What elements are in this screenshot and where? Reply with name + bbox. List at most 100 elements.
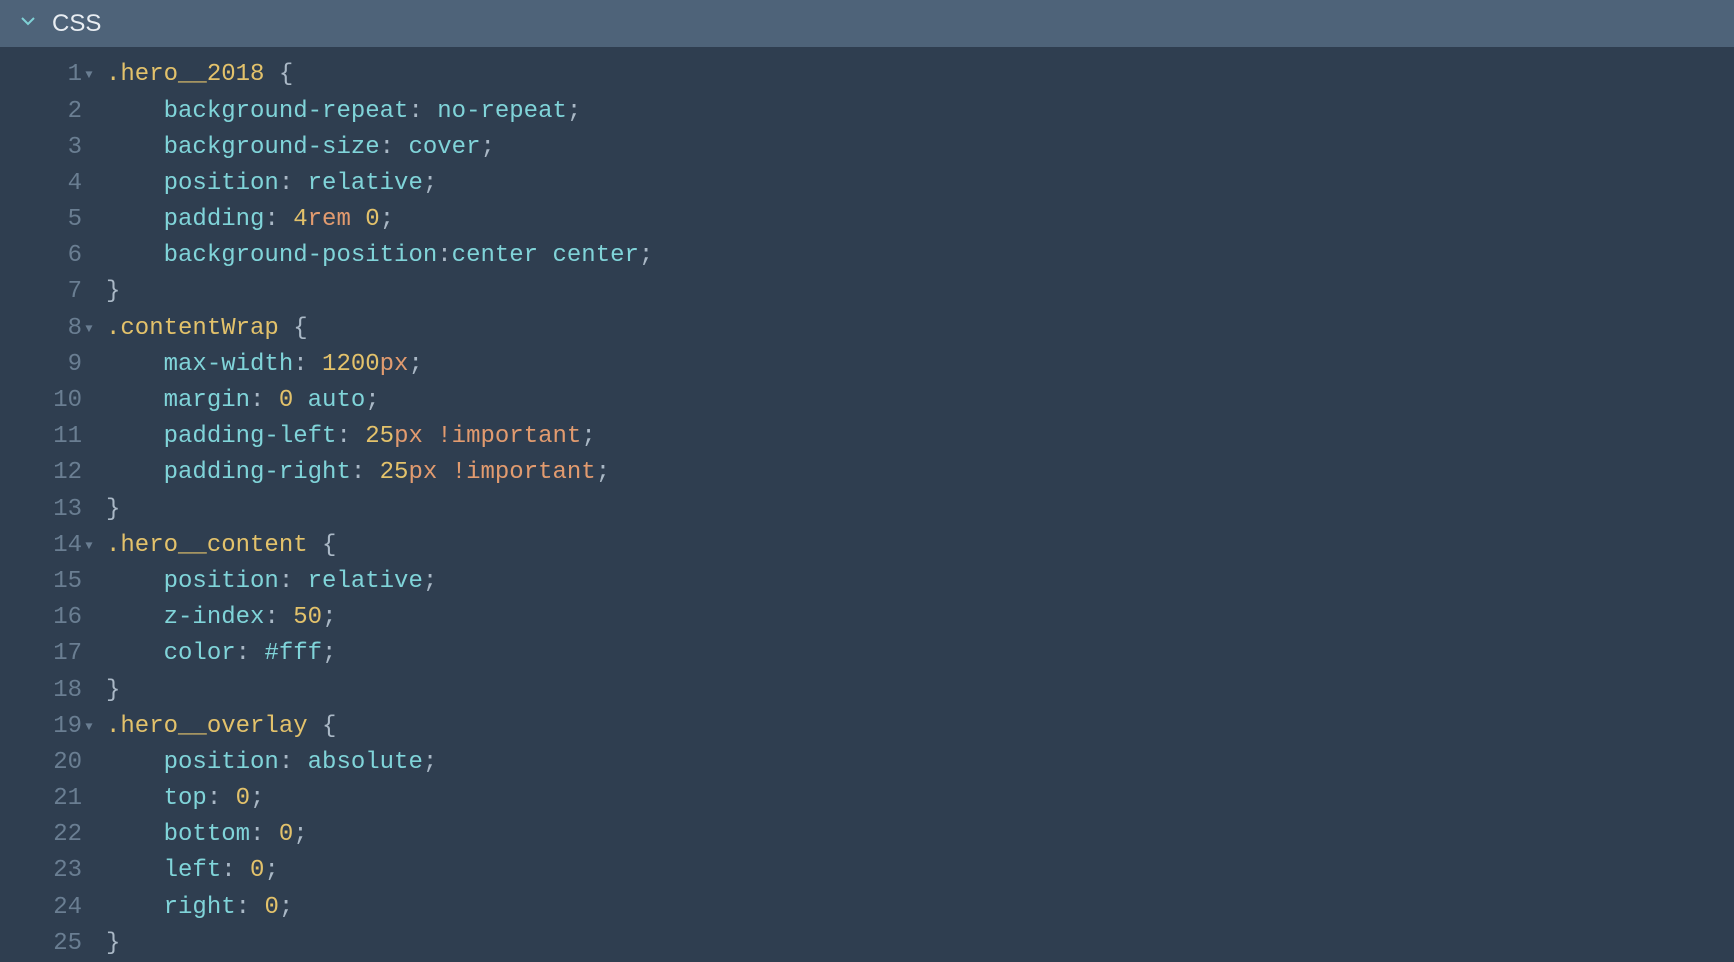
token [106, 785, 164, 812]
token: relative [308, 568, 423, 595]
code-line[interactable]: padding-right: 25px !important; [106, 455, 1734, 491]
token: } [106, 930, 120, 957]
code-line[interactable]: left: 0; [106, 853, 1734, 889]
token: ; [423, 170, 437, 197]
code-line[interactable]: bottom: 0; [106, 817, 1734, 853]
code-line[interactable]: position: relative; [106, 564, 1734, 600]
code-line[interactable]: } [106, 673, 1734, 709]
code-editor: CSS 1▼2 3 4 5 6 7 8▼9 10 11 12 13 14▼15 … [0, 0, 1734, 962]
token: background-position [164, 242, 438, 269]
code-line[interactable]: padding-left: 25px !important; [106, 419, 1734, 455]
code-line[interactable]: color: #fff; [106, 636, 1734, 672]
fold-icon[interactable]: ▼ [82, 528, 96, 564]
token [106, 459, 164, 486]
code-line[interactable]: margin: 0 auto; [106, 383, 1734, 419]
token: ; [423, 749, 437, 776]
token: : [336, 423, 365, 450]
token: center [452, 242, 538, 269]
fold-icon[interactable]: ▼ [82, 709, 96, 745]
token: 0 [365, 206, 379, 233]
line-number: 10 [0, 383, 96, 419]
token: : [380, 134, 409, 161]
code-line[interactable]: } [106, 926, 1734, 962]
token: #fff [264, 640, 322, 667]
token: 25 [380, 459, 409, 486]
token: : [408, 98, 437, 125]
section-header[interactable]: CSS [0, 0, 1734, 47]
code-line[interactable]: position: absolute; [106, 745, 1734, 781]
token: .hero__content [106, 532, 322, 559]
code-line[interactable]: right: 0; [106, 890, 1734, 926]
line-number: 13 [0, 492, 96, 528]
code-line[interactable]: } [106, 492, 1734, 528]
line-number: 12 [0, 455, 96, 491]
code-line[interactable]: .hero__overlay { [106, 709, 1734, 745]
line-number: 14▼ [0, 528, 96, 564]
token: margin [164, 387, 250, 414]
line-number: 20 [0, 745, 96, 781]
token: left [164, 857, 222, 884]
line-number: 8▼ [0, 311, 96, 347]
code-line[interactable]: position: relative; [106, 166, 1734, 202]
token: ; [322, 640, 336, 667]
token [106, 821, 164, 848]
token [423, 423, 437, 450]
token: { [322, 713, 336, 740]
token: { [322, 532, 336, 559]
token: absolute [308, 749, 423, 776]
token: } [106, 496, 120, 523]
token [106, 568, 164, 595]
code-line[interactable]: .contentWrap { [106, 311, 1734, 347]
token: ; [380, 206, 394, 233]
code-line[interactable]: top: 0; [106, 781, 1734, 817]
token: !important [437, 423, 581, 450]
token: : [236, 894, 265, 921]
token [106, 423, 164, 450]
code-line[interactable]: background-repeat: no-repeat; [106, 94, 1734, 130]
token: background-size [164, 134, 380, 161]
token: : [250, 387, 279, 414]
code-line[interactable]: max-width: 1200px; [106, 347, 1734, 383]
token: .hero__overlay [106, 713, 322, 740]
code-line[interactable]: padding: 4rem 0; [106, 202, 1734, 238]
token: color [164, 640, 236, 667]
token: .contentWrap [106, 315, 293, 342]
code-line[interactable]: .hero__content { [106, 528, 1734, 564]
token: : [279, 170, 308, 197]
code-area[interactable]: 1▼2 3 4 5 6 7 8▼9 10 11 12 13 14▼15 16 1… [0, 47, 1734, 962]
token: 0 [250, 857, 264, 884]
code-line[interactable]: background-position:center center; [106, 238, 1734, 274]
token: ; [480, 134, 494, 161]
code-content[interactable]: .hero__2018 { background-repeat: no-repe… [102, 57, 1734, 962]
token [106, 894, 164, 921]
line-number: 9 [0, 347, 96, 383]
token: ; [596, 459, 610, 486]
line-number: 2 [0, 94, 96, 130]
token: padding [164, 206, 265, 233]
token [106, 170, 164, 197]
line-number: 25 [0, 926, 96, 962]
code-line[interactable]: .hero__2018 { [106, 57, 1734, 93]
token: ; [639, 242, 653, 269]
code-line[interactable]: } [106, 274, 1734, 310]
token: center [553, 242, 639, 269]
token [106, 242, 164, 269]
fold-icon[interactable]: ▼ [82, 57, 96, 93]
token: : [221, 857, 250, 884]
token: ; [322, 604, 336, 631]
chevron-down-icon[interactable] [20, 13, 36, 35]
token: px [408, 459, 437, 486]
token: : [293, 351, 322, 378]
token: ; [423, 568, 437, 595]
line-number: 17 [0, 636, 96, 672]
code-line[interactable]: background-size: cover; [106, 130, 1734, 166]
line-number: 15 [0, 564, 96, 600]
token [437, 459, 451, 486]
code-line[interactable]: z-index: 50; [106, 600, 1734, 636]
token [106, 351, 164, 378]
fold-icon[interactable]: ▼ [82, 311, 96, 347]
token: padding-right [164, 459, 351, 486]
token: : [279, 749, 308, 776]
token: position [164, 568, 279, 595]
token: background-repeat [164, 98, 409, 125]
